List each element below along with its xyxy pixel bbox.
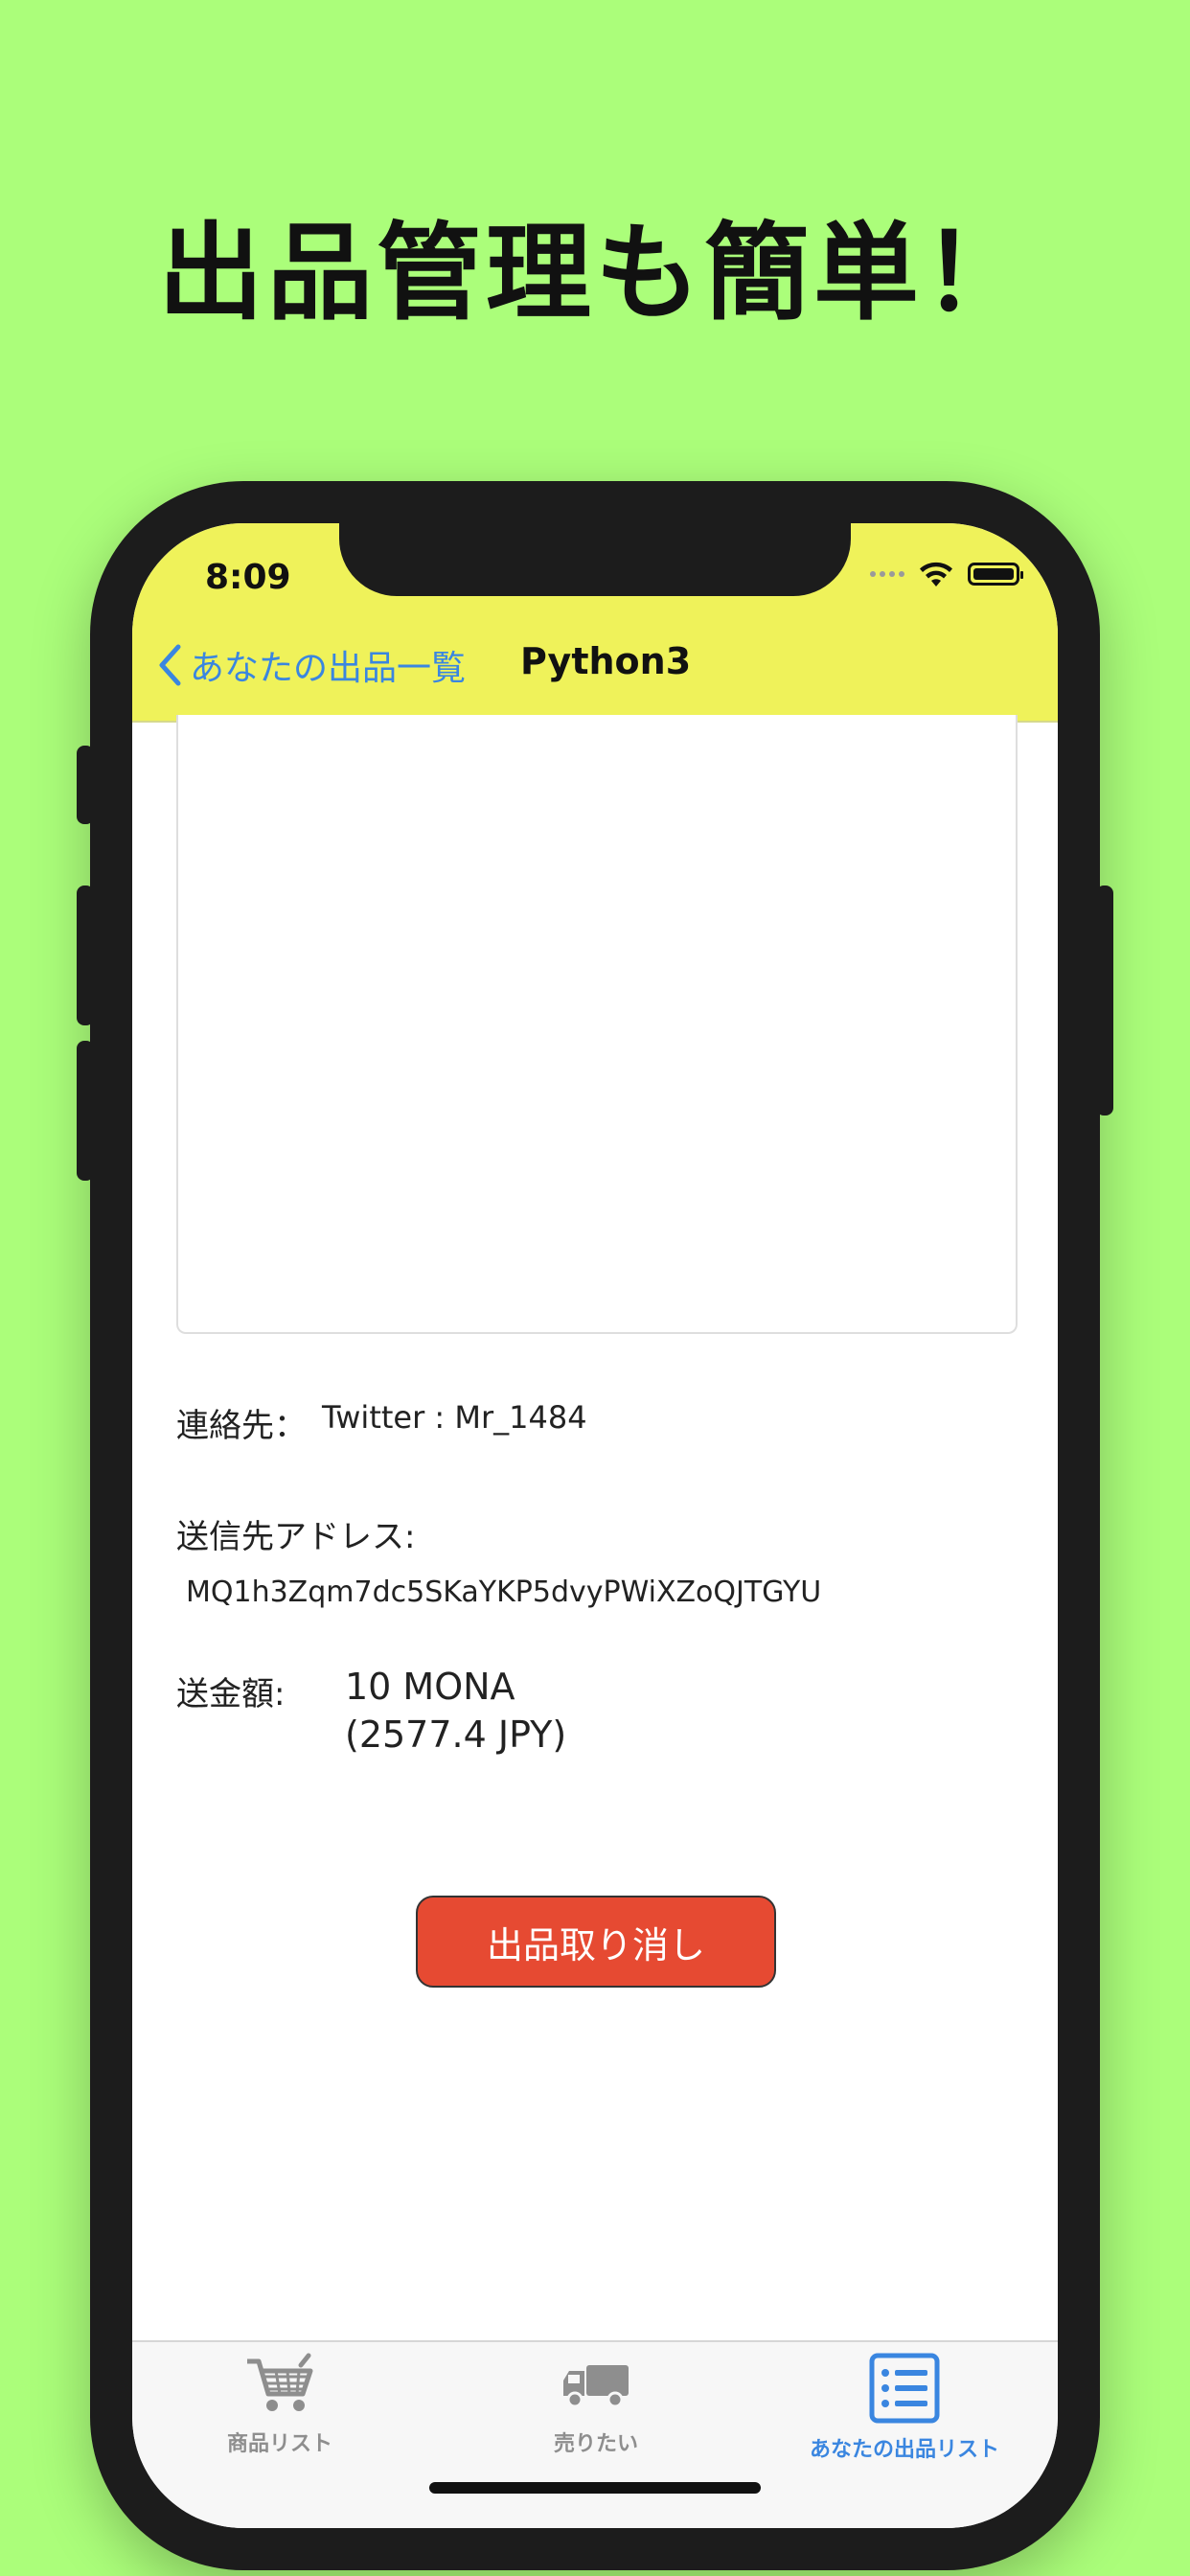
- back-button[interactable]: あなたの出品一覧: [157, 640, 466, 690]
- cellular-signal-icon: [870, 571, 904, 577]
- home-indicator[interactable]: [429, 2482, 761, 2494]
- tab-my-listings[interactable]: あなたの出品リスト: [809, 2352, 1000, 2463]
- tab-product-list[interactable]: 商品リスト: [184, 2352, 376, 2457]
- notch: [339, 523, 851, 596]
- amount-label: 送金額:: [176, 1675, 286, 1714]
- description-textarea[interactable]: [176, 715, 1018, 1334]
- battery-icon: [968, 563, 1023, 586]
- back-button-label: あなたの出品一覧: [190, 649, 467, 688]
- promo-headline: 出品管理も簡単！: [158, 212, 1032, 334]
- wifi-icon: [920, 562, 952, 586]
- list-icon: [869, 2353, 940, 2424]
- page-title: Python3: [520, 640, 692, 682]
- phone-frame: 8:09 あなたの出品一覧 Python3 連絡先： Twitter: Mr_…: [77, 481, 1113, 2570]
- cart-icon: [247, 2353, 313, 2411]
- address-value: MQ1h3Zqm7dc5SKaYKP5dvyPWiXZoQJTGYU: [186, 1576, 822, 1609]
- tab-my-listings-label: あなたの出品リスト: [809, 2438, 999, 2462]
- status-icons: [870, 560, 1023, 588]
- tab-bar: 商品リスト 売りたい あなたの出品リスト: [132, 2340, 1058, 2528]
- contact-label: 連絡先：: [176, 1407, 307, 1445]
- phone-screen: 8:09 あなたの出品一覧 Python3 連絡先： Twitter: Mr_…: [132, 523, 1058, 2528]
- status-time: 8:09: [205, 558, 291, 597]
- tab-sell[interactable]: 売りたい: [500, 2352, 692, 2457]
- cancel-listing-button[interactable]: 出品取り消し: [416, 1896, 776, 1988]
- mute-switch: [77, 746, 94, 824]
- power-button: [1096, 886, 1113, 1116]
- truck-icon: [563, 2365, 629, 2408]
- volume-down-button: [77, 1041, 94, 1181]
- amount-jpy: (2577.4 JPY): [345, 1714, 567, 1756]
- contact-value: Twitter : Mr_1484: [322, 1399, 587, 1436]
- chevron-left-icon: [159, 644, 181, 686]
- amount-mona: 10 MONA: [345, 1666, 515, 1708]
- volume-up-button: [77, 886, 94, 1025]
- address-label: 送信先アドレス:: [176, 1518, 416, 1556]
- tab-product-list-label: 商品リスト: [226, 2432, 332, 2456]
- tab-sell-label: 売りたい: [553, 2432, 638, 2456]
